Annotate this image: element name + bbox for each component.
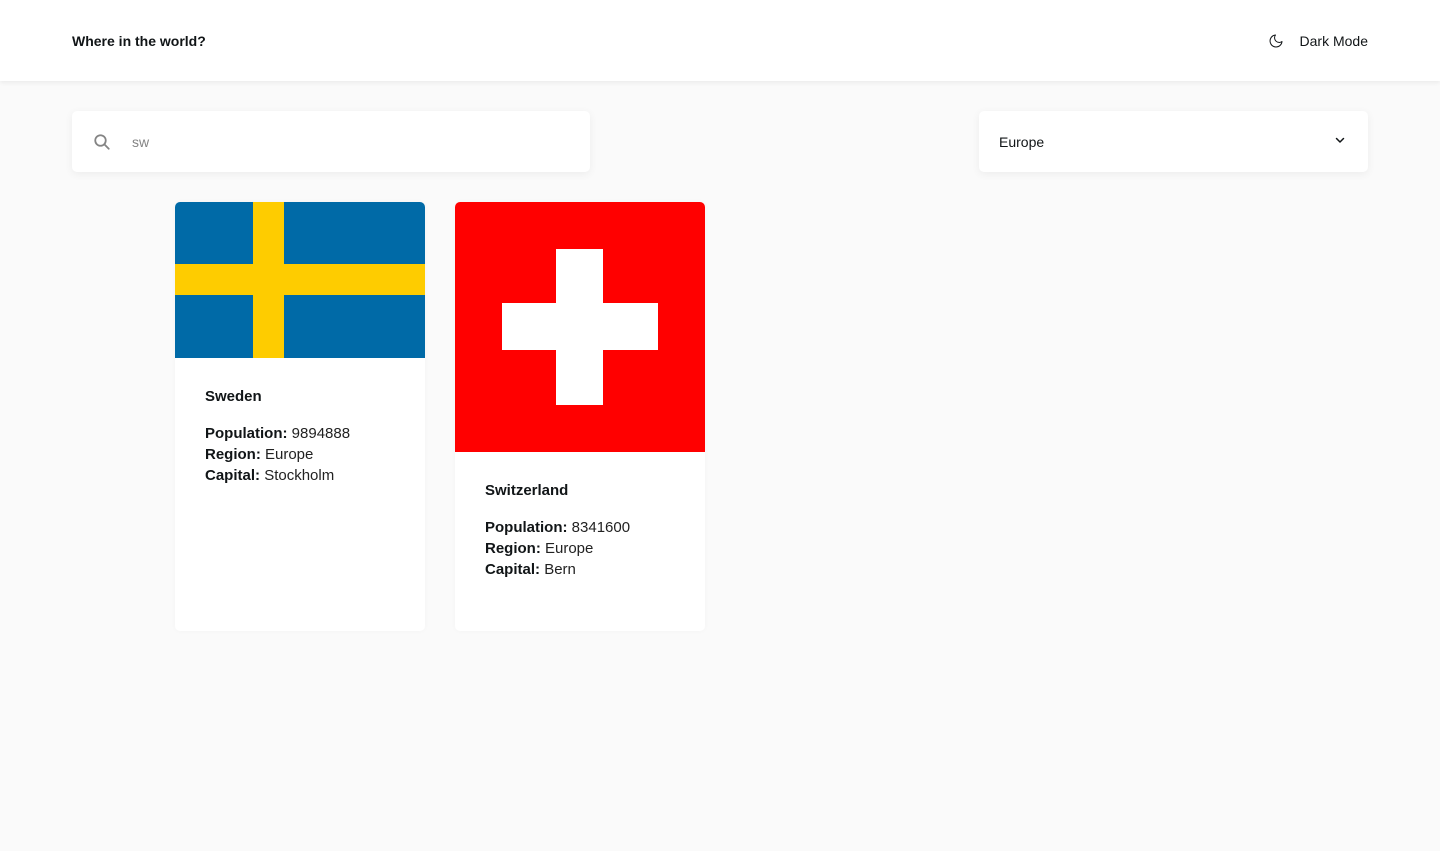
population-value: 9894888 xyxy=(291,425,351,442)
region-row: Region: Europe xyxy=(485,538,675,559)
chevron-down-icon xyxy=(1334,133,1346,151)
capital-label: Capital: xyxy=(485,561,541,578)
switzerland-flag xyxy=(455,202,705,452)
country-name: Sweden xyxy=(205,388,262,405)
app-header: Where in the world? Dark Mode xyxy=(0,0,1440,81)
capital-row: Capital: Stockholm xyxy=(205,465,395,486)
capital-value: Bern xyxy=(544,561,576,578)
capital-row: Capital: Bern xyxy=(485,559,675,580)
app-title: Where in the world? xyxy=(72,32,206,49)
population-row: Population: 9894888 xyxy=(205,423,395,444)
population-value: 8341600 xyxy=(571,519,631,536)
region-label: Region: xyxy=(485,540,541,557)
dark-mode-label: Dark Mode xyxy=(1299,32,1368,49)
sweden-flag xyxy=(175,202,425,358)
region-value: Europe xyxy=(545,540,594,557)
search-bar xyxy=(72,111,590,172)
country-card-switzerland[interactable]: Switzerland Population: 8341600 Region: … xyxy=(455,202,705,631)
search-input[interactable] xyxy=(132,133,532,150)
search-icon[interactable] xyxy=(92,132,112,152)
capital-value: Stockholm xyxy=(264,467,335,484)
region-filter-value: Europe xyxy=(999,133,1045,150)
population-label: Population: xyxy=(205,425,288,442)
region-filter-dropdown[interactable]: Europe xyxy=(979,111,1368,172)
country-name: Switzerland xyxy=(485,482,569,499)
region-row: Region: Europe xyxy=(205,444,395,465)
population-row: Population: 8341600 xyxy=(485,517,675,538)
dark-mode-toggle[interactable]: Dark Mode xyxy=(1268,33,1368,49)
population-label: Population: xyxy=(485,519,568,536)
moon-icon xyxy=(1268,33,1284,49)
region-label: Region: xyxy=(205,446,261,463)
country-card-sweden[interactable]: Sweden Population: 9894888 Region: Europ… xyxy=(175,202,425,631)
region-value: Europe xyxy=(265,446,314,463)
capital-label: Capital: xyxy=(205,467,261,484)
